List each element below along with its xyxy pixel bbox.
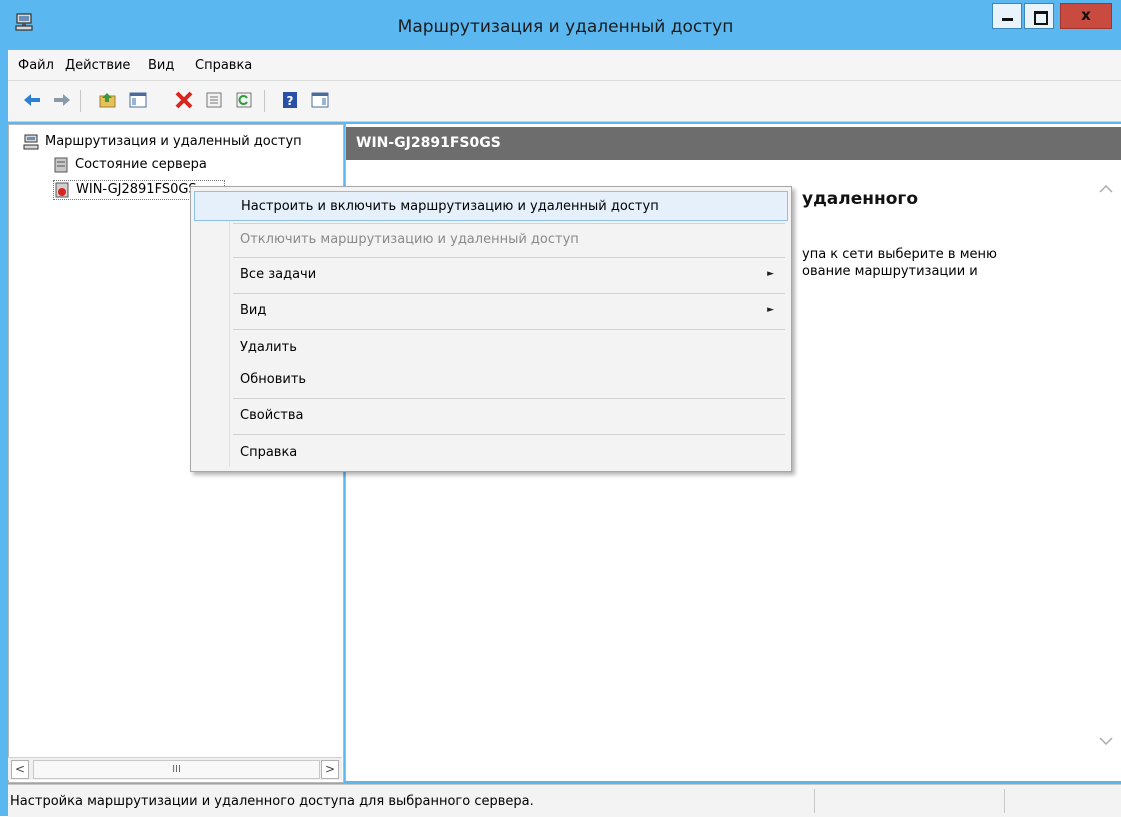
toolbar-separator [80,90,81,112]
close-button[interactable]: x [1060,3,1112,29]
refresh-icon[interactable] [234,90,254,110]
menu-item-label: Свойства [240,408,304,423]
maximize-button[interactable] [1024,3,1054,29]
app-window: Маршрутизация и удаленный доступ x Файл … [0,0,1121,817]
help-icon[interactable]: ? [280,90,300,110]
menu-bar: Файл Действие Вид Справка [8,50,1121,81]
menu-item-configure-enable[interactable]: Настроить и включить маршрутизацию и уда… [194,191,788,221]
up-folder-icon[interactable] [98,90,118,110]
scroll-up-icon[interactable] [1099,184,1113,194]
menu-separator [233,434,785,435]
delete-icon[interactable] [174,90,194,110]
menu-file[interactable]: Файл [18,58,54,73]
menu-item-label: Вид [240,303,267,318]
menu-view[interactable]: Вид [148,58,174,73]
menu-item-disable[interactable]: Отключить маршрутизацию и удаленный дост… [194,225,788,255]
details-header-title: WIN-GJ2891FS0GS [356,135,501,151]
back-icon[interactable] [22,90,42,110]
menu-item-delete[interactable]: Удалить [194,333,788,363]
forward-icon[interactable] [52,90,72,110]
toolbar-separator [264,90,265,112]
toolbar: ? [8,81,1121,122]
svg-text:?: ? [287,94,294,108]
menu-item-help[interactable]: Справка [194,438,788,468]
menu-separator [233,293,785,294]
properties-icon[interactable] [204,90,224,110]
submenu-arrow-icon: ► [767,305,774,315]
scroll-down-icon[interactable] [1099,736,1113,746]
scroll-left-button[interactable]: < [11,760,29,779]
menu-item-label: Отключить маршрутизацию и удаленный дост… [240,232,579,247]
status-bar: Настройка маршрутизации и удаленного дос… [8,784,1121,817]
title-bar[interactable]: Маршрутизация и удаленный доступ x [0,0,1121,50]
menu-separator [233,398,785,399]
menu-action[interactable]: Действие [65,58,130,73]
tree-root-label: Маршрутизация и удаленный доступ [45,134,302,149]
server-status-icon [54,157,68,173]
menu-item-label: Справка [240,445,298,460]
show-hide-action-pane-icon[interactable] [310,90,330,110]
minimize-icon [1002,18,1013,21]
menu-separator [233,223,785,224]
details-text: упа к сети выберите в меню ование маршру… [802,246,997,280]
menu-item-label: Удалить [240,340,297,355]
maximize-icon [1034,11,1048,25]
minimize-button[interactable] [992,3,1022,29]
menu-item-label: Обновить [240,372,307,387]
context-menu: Настроить и включить маршрутизацию и уда… [190,186,792,472]
menu-item-properties[interactable]: Свойства [194,401,788,431]
menu-help[interactable]: Справка [195,58,252,73]
submenu-arrow-icon: ► [767,269,774,279]
tree-server-label: WIN-GJ2891FS0GS [76,182,197,197]
details-text-line-2: ование маршрутизации и [802,264,978,279]
tree-server-status-label: Состояние сервера [75,157,207,172]
menu-separator [233,257,785,258]
details-header: WIN-GJ2891FS0GS [346,127,1121,160]
show-hide-tree-icon[interactable] [128,90,148,110]
status-text: Настройка маршрутизации и удаленного дос… [10,794,534,809]
menu-item-label: Все задачи [240,267,317,282]
menu-item-all-tasks[interactable]: Все задачи ► [194,260,788,290]
status-divider [814,789,815,813]
details-heading: удаленного [802,189,918,209]
menu-item-view[interactable]: Вид ► [194,296,788,326]
scroll-thumb[interactable]: III [33,760,320,779]
menu-item-refresh[interactable]: Обновить [194,365,788,395]
menu-item-label: Настроить и включить маршрутизацию и уда… [241,199,659,214]
menu-separator [233,329,785,330]
server-down-icon [55,182,69,198]
status-divider [1004,789,1005,813]
close-icon: x [1081,6,1091,24]
routing-root-icon [23,134,39,150]
tree-horizontal-scrollbar[interactable]: < III > [8,757,342,780]
scroll-right-button[interactable]: > [321,760,339,779]
window-title: Маршрутизация и удаленный доступ [397,17,734,37]
details-text-line-1: упа к сети выберите в меню [802,247,997,262]
